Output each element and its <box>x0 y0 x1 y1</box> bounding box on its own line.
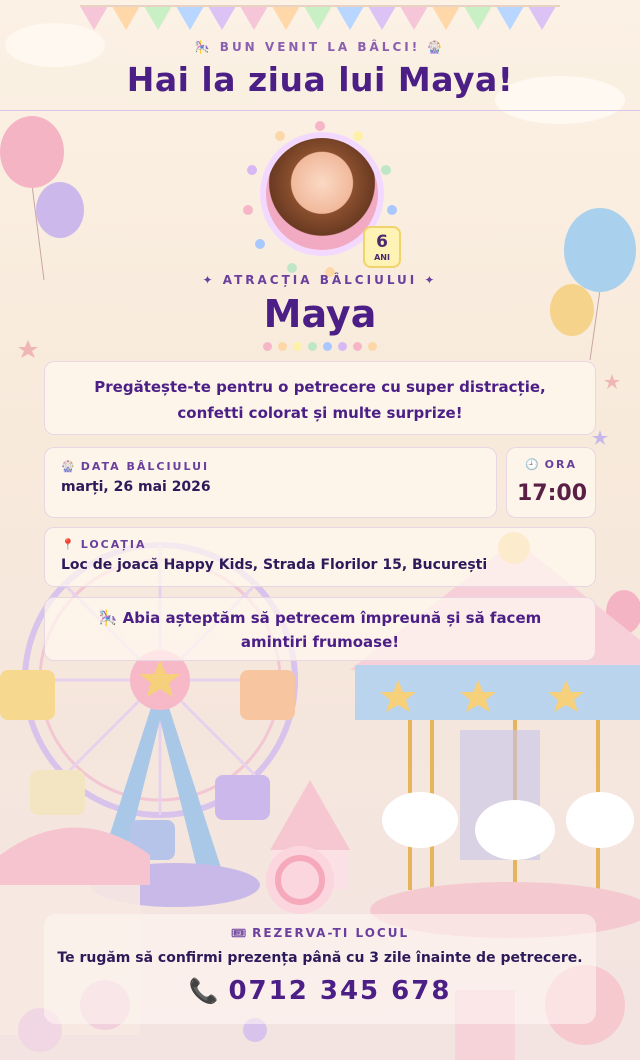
ticket-icon: 🎟 <box>230 926 247 940</box>
age-number: 6 <box>376 232 388 252</box>
dot <box>323 342 332 351</box>
date-value: marți, 26 mai 2026 <box>61 479 211 495</box>
location-label: LOCAȚIA <box>80 538 147 551</box>
phone-number[interactable]: 0712 345 678 <box>228 976 451 1006</box>
rsvp-section: 🎟 REZERVA-TI LOCUL Te rugăm să confirmi p… <box>44 914 596 1024</box>
dot <box>293 342 302 351</box>
page-title: Hai la ziua lui Maya! <box>126 60 514 99</box>
date-label-row: 🎡 DATA BÂLCIULUI <box>61 460 480 473</box>
phone-link[interactable]: 📞 0712 345 678 <box>44 976 596 1006</box>
avatar-section: 6 ANI <box>243 121 401 277</box>
time-value: 17:00 <box>517 481 588 506</box>
child-name: Maya <box>263 292 377 336</box>
location-label-row: 📍 LOCAȚIA <box>61 538 579 551</box>
message-text: 🎠 Abia așteptăm să petrecem împreună și … <box>98 609 542 651</box>
phone-icon: 📞 <box>188 977 219 1005</box>
dot <box>368 342 377 351</box>
rsvp-label: REZERVA-TI LOCUL <box>252 926 410 940</box>
welcome-kicker: 🎠 BUN VENIT LA BÂLCI! 🎡 <box>194 40 446 54</box>
dot <box>308 342 317 351</box>
dot <box>263 342 272 351</box>
time-label-row: 🕘 ORA <box>517 458 585 471</box>
dot <box>278 342 287 351</box>
rsvp-text: Te rugăm să confirmi prezența până cu 3 … <box>57 950 583 966</box>
header: 🎠 BUN VENIT LA BÂLCI! 🎡 Hai la ziua lui … <box>0 40 640 99</box>
message-card: 🎠 Abia așteptăm să petrecem împreună și … <box>44 597 596 661</box>
intro-text: Pregătește-te pentru o petrecere cu supe… <box>94 378 546 422</box>
pin-icon: 📍 <box>61 538 75 551</box>
child-photo <box>266 138 378 250</box>
date-label: DATA BÂLCIULUI <box>80 460 210 473</box>
color-dots <box>0 342 640 351</box>
time-card: 🕘 ORA 17:00 <box>506 447 596 518</box>
header-divider <box>0 110 640 111</box>
dot <box>338 342 347 351</box>
location-value[interactable]: Loc de joacă Happy Kids, Strada Florilor… <box>61 557 579 573</box>
rsvp-label-row: 🎟 REZERVA-TI LOCUL <box>44 926 596 940</box>
intro-card: Pregătește-te pentru o petrecere cu supe… <box>44 361 596 435</box>
dot <box>353 342 362 351</box>
age-badge: 6 ANI <box>363 226 401 268</box>
time-label: ORA <box>544 458 578 471</box>
clock-icon: 🕘 <box>524 458 539 471</box>
ferris-wheel-icon: 🎡 <box>61 460 75 473</box>
date-card: 🎡 DATA BÂLCIULUI marți, 26 mai 2026 <box>44 447 497 518</box>
age-unit: ANI <box>374 253 390 262</box>
location-card: 📍 LOCAȚIA Loc de joacă Happy Kids, Strada… <box>44 527 596 587</box>
attraction-label: ✦ ATRACȚIA BÂLCIULUI ✦ <box>202 273 438 287</box>
